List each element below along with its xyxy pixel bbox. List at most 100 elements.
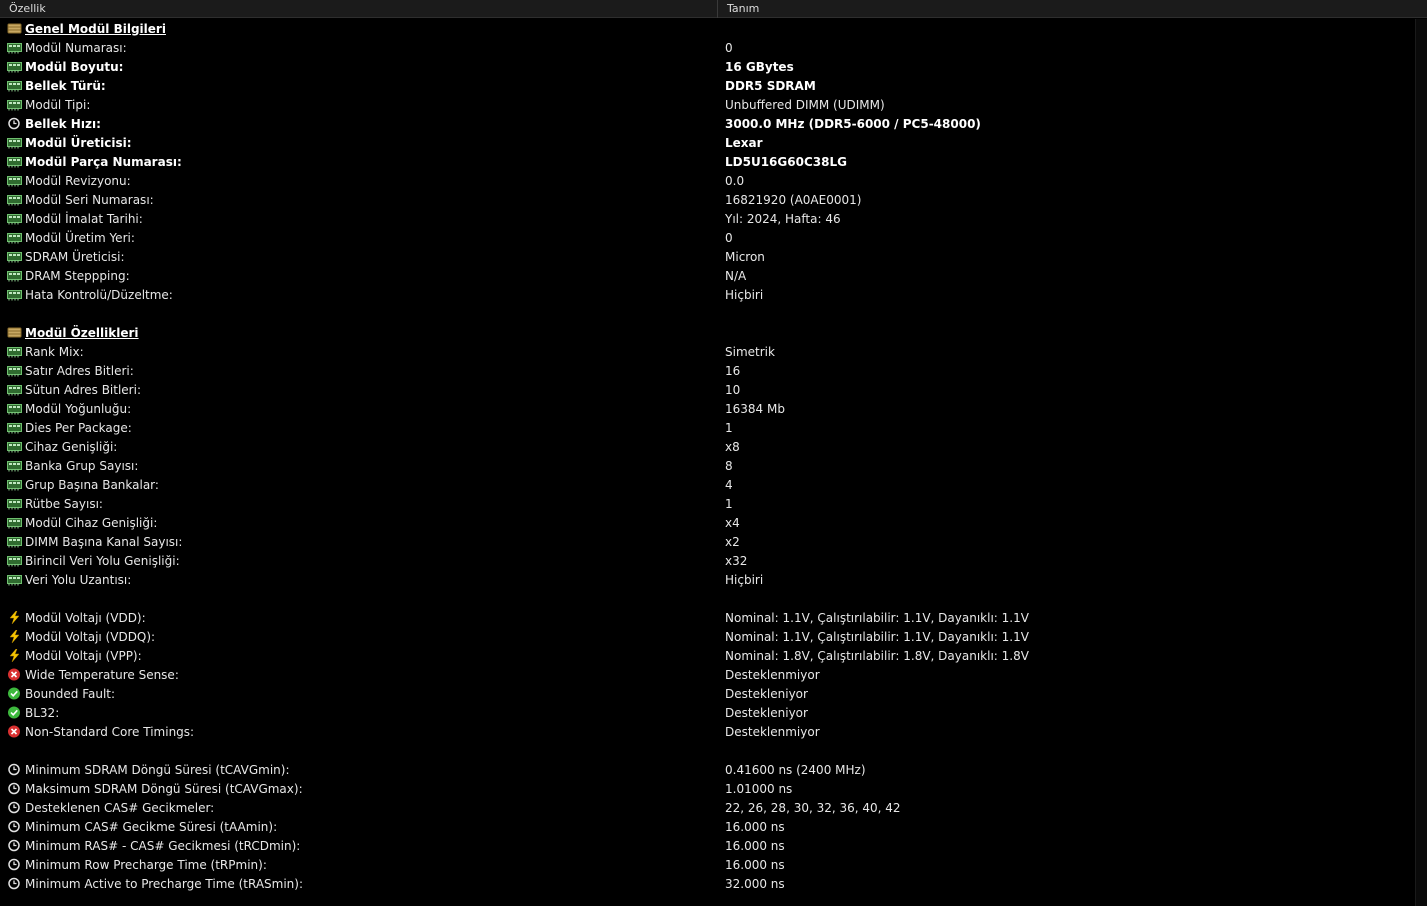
- property-value: Destekleniyor: [725, 686, 808, 701]
- property-row[interactable]: Cihaz Genişliği: x8: [0, 437, 1416, 456]
- property-cell: Maksimum SDRAM Döngü Süresi (tCAVGmax):: [0, 782, 725, 796]
- column-header-description[interactable]: Tanım: [718, 0, 1427, 18]
- property-cell: Modül Özellikleri: [0, 326, 725, 340]
- property-label: Grup Başına Bankalar:: [25, 477, 159, 492]
- memory-module-icon: [7, 22, 25, 35]
- chip-icon: [7, 440, 25, 453]
- property-label: Minimum RAS# - CAS# Gecikmesi (tRCDmin):: [25, 838, 301, 853]
- property-cell: SDRAM Üreticisi:: [0, 250, 725, 264]
- property-row[interactable]: Birincil Veri Yolu Genişliği: x32: [0, 551, 1416, 570]
- property-row[interactable]: Modül Tipi: Unbuffered DIMM (UDIMM): [0, 95, 1416, 114]
- property-cell: Minimum Row Precharge Time (tRPmin):: [0, 858, 725, 872]
- chip-icon: [7, 231, 25, 244]
- property-value: 0.0: [725, 173, 745, 188]
- property-cell: DRAM Steppping:: [0, 269, 725, 283]
- property-value: 0.41600 ns (2400 MHz): [725, 762, 866, 777]
- property-row[interactable]: BL32: Destekleniyor: [0, 703, 1416, 722]
- property-row[interactable]: Sütun Adres Bitleri: 10: [0, 380, 1416, 399]
- property-value: 16 GBytes: [725, 59, 794, 74]
- property-row[interactable]: Desteklenen CAS# Gecikmeler: 22, 26, 28, …: [0, 798, 1416, 817]
- lightning-icon: [7, 611, 25, 624]
- property-cell: Modül Voltajı (VPP):: [0, 649, 725, 663]
- property-cell: Birincil Veri Yolu Genişliği:: [0, 554, 725, 568]
- property-row[interactable]: Non-Standard Core Timings: Desteklenmiyor: [0, 722, 1416, 741]
- property-value: 1: [725, 420, 733, 435]
- property-row[interactable]: Bellek Hızı: 3000.0 MHz (DDR5-6000 / PC5-…: [0, 114, 1416, 133]
- property-row[interactable]: SDRAM Üreticisi: Micron: [0, 247, 1416, 266]
- property-row[interactable]: Modül Üreticisi: Lexar: [0, 133, 1416, 152]
- property-row[interactable]: Satır Adres Bitleri: 16: [0, 361, 1416, 380]
- section-header-row[interactable]: Modül Özellikleri: [0, 323, 1416, 342]
- property-row[interactable]: Modül Voltajı (VDDQ): Nominal: 1.1V, Çalı…: [0, 627, 1416, 646]
- property-row[interactable]: Bounded Fault: Destekleniyor: [0, 684, 1416, 703]
- property-label: Modül İmalat Tarihi:: [25, 211, 143, 226]
- property-cell: Minimum SDRAM Döngü Süresi (tCAVGmin):: [0, 763, 725, 777]
- property-label: Sütun Adres Bitleri:: [25, 382, 141, 397]
- property-label: Hata Kontrolü/Düzeltme:: [25, 287, 173, 302]
- property-row[interactable]: Modül Voltajı (VDD): Nominal: 1.1V, Çalış…: [0, 608, 1416, 627]
- chip-icon: [7, 269, 25, 282]
- property-row[interactable]: Modül Boyutu: 16 GBytes: [0, 57, 1416, 76]
- property-label: Modül Cihaz Genişliği:: [25, 515, 158, 530]
- property-row[interactable]: Modül Voltajı (VPP): Nominal: 1.8V, Çalış…: [0, 646, 1416, 665]
- chip-icon: [7, 516, 25, 529]
- property-row[interactable]: Modül Yoğunluğu: 16384 Mb: [0, 399, 1416, 418]
- x-circle-icon: [7, 725, 25, 738]
- section-header-row[interactable]: Genel Modül Bilgileri: [0, 19, 1416, 38]
- property-row[interactable]: Modül Revizyonu: 0.0: [0, 171, 1416, 190]
- property-row[interactable]: Dies Per Package: 1: [0, 418, 1416, 437]
- section-title: Genel Modül Bilgileri: [25, 21, 166, 36]
- column-header-property[interactable]: Özellik: [0, 0, 718, 18]
- clock-icon: [7, 839, 25, 852]
- chip-icon: [7, 193, 25, 206]
- property-row[interactable]: Modül İmalat Tarihi: Yıl: 2024, Hafta: 46: [0, 209, 1416, 228]
- property-value: 1.01000 ns: [725, 781, 793, 796]
- property-row[interactable]: Modül Seri Numarası: 16821920 (A0AE0001): [0, 190, 1416, 209]
- property-row[interactable]: Maksimum SDRAM Döngü Süresi (tCAVGmax): 1…: [0, 779, 1416, 798]
- property-cell: Hata Kontrolü/Düzeltme:: [0, 288, 725, 302]
- memory-module-icon: [7, 326, 25, 339]
- chip-icon: [7, 60, 25, 73]
- property-row[interactable]: Minimum Row Precharge Time (tRPmin): 16.0…: [0, 855, 1416, 874]
- property-row[interactable]: Minimum RAS# - CAS# Gecikmesi (tRCDmin):…: [0, 836, 1416, 855]
- property-row[interactable]: Grup Başına Bankalar: 4: [0, 475, 1416, 494]
- property-row[interactable]: Wide Temperature Sense: Desteklenmiyor: [0, 665, 1416, 684]
- property-label: Non-Standard Core Timings:: [25, 724, 195, 739]
- property-row[interactable]: Rütbe Sayısı: 1: [0, 494, 1416, 513]
- property-cell: Grup Başına Bankalar:: [0, 478, 725, 492]
- property-row[interactable]: Hata Kontrolü/Düzeltme: Hiçbiri: [0, 285, 1416, 304]
- property-row[interactable]: Modül Cihaz Genişliği: x4: [0, 513, 1416, 532]
- chip-icon: [7, 174, 25, 187]
- clock-icon: [7, 801, 25, 814]
- property-row[interactable]: Banka Grup Sayısı: 8: [0, 456, 1416, 475]
- property-value: 32.000 ns: [725, 876, 785, 891]
- property-value: Lexar: [725, 135, 763, 150]
- property-row[interactable]: Veri Yolu Uzantısı: Hiçbiri: [0, 570, 1416, 589]
- property-row[interactable]: Modül Parça Numarası: LD5U16G60C38LG: [0, 152, 1416, 171]
- property-label: Modül Numarası:: [25, 40, 127, 55]
- property-label: Minimum CAS# Gecikme Süresi (tAAmin):: [25, 819, 278, 834]
- property-label: Maksimum SDRAM Döngü Süresi (tCAVGmax):: [25, 781, 303, 796]
- property-label: Bounded Fault:: [25, 686, 116, 701]
- chip-icon: [7, 459, 25, 472]
- property-label: Modül Tipi:: [25, 97, 91, 112]
- property-row[interactable]: Minimum SDRAM Döngü Süresi (tCAVGmin): 0.…: [0, 760, 1416, 779]
- property-value: Hiçbiri: [725, 287, 764, 302]
- property-label: Bellek Türü:: [25, 78, 106, 93]
- property-value: 0: [725, 230, 733, 245]
- property-row[interactable]: Minimum Active to Precharge Time (tRASmi…: [0, 874, 1416, 893]
- clock-icon: [7, 117, 25, 130]
- check-circle-icon: [7, 706, 25, 719]
- property-row[interactable]: Modül Üretim Yeri: 0: [0, 228, 1416, 247]
- vertical-scrollbar[interactable]: [1415, 19, 1427, 906]
- property-row[interactable]: Minimum CAS# Gecikme Süresi (tAAmin): 16.…: [0, 817, 1416, 836]
- property-row[interactable]: DRAM Steppping: N/A: [0, 266, 1416, 285]
- property-row[interactable]: Modül Numarası: 0: [0, 38, 1416, 57]
- property-cell: Modül Yoğunluğu:: [0, 402, 725, 416]
- property-row[interactable]: Bellek Türü: DDR5 SDRAM: [0, 76, 1416, 95]
- property-row[interactable]: Rank Mix: Simetrik: [0, 342, 1416, 361]
- blank-row: [0, 589, 1416, 608]
- lightning-icon: [7, 630, 25, 643]
- property-row[interactable]: DIMM Başına Kanal Sayısı: x2: [0, 532, 1416, 551]
- property-label: Modül Boyutu:: [25, 59, 124, 74]
